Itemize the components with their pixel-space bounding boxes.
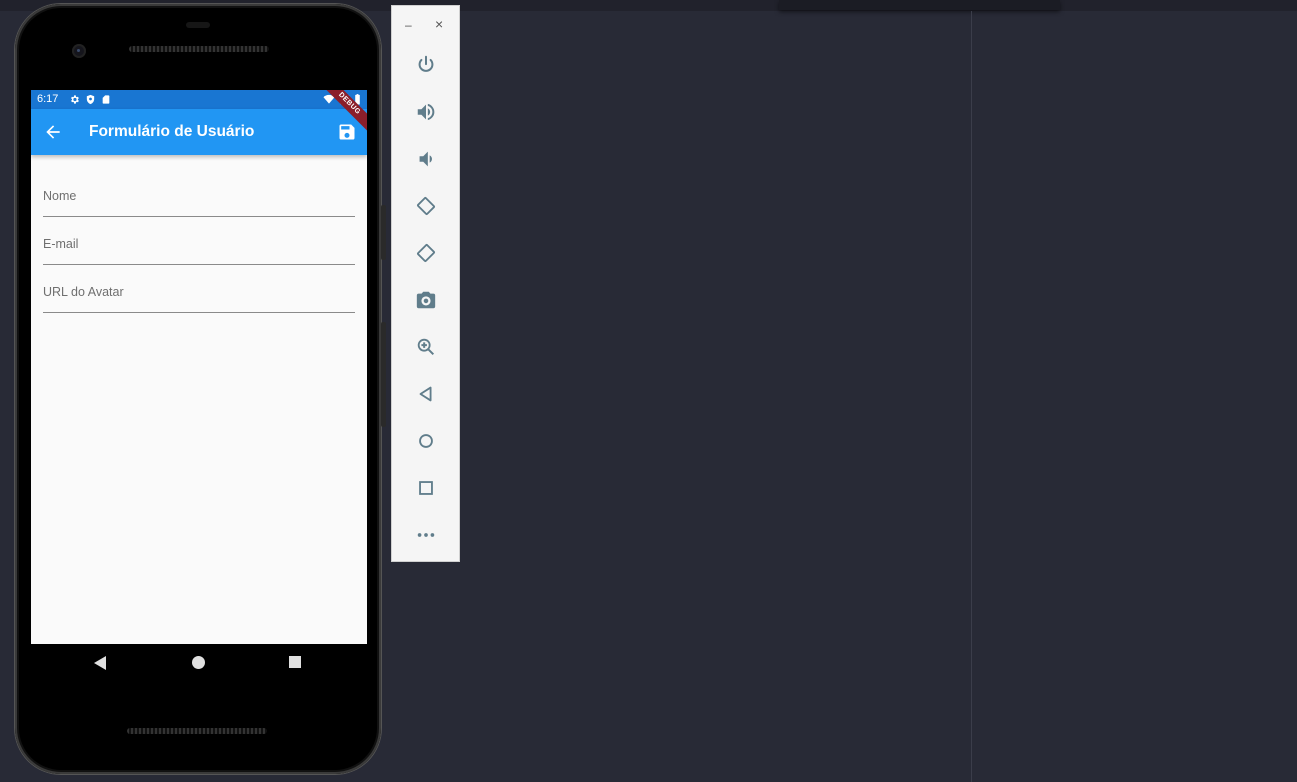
settings-icon bbox=[71, 95, 79, 104]
emulator-toolbar: – × bbox=[391, 5, 460, 562]
zoom-in-icon bbox=[417, 338, 435, 356]
email-field[interactable]: E-mail bbox=[43, 228, 359, 266]
rotate-left-icon bbox=[417, 197, 435, 215]
back-icon bbox=[419, 386, 432, 402]
phone-volume-keys bbox=[381, 322, 386, 427]
page-title: Formulário de Usuário bbox=[89, 123, 255, 140]
volume-down-button[interactable] bbox=[414, 147, 438, 171]
top-speaker bbox=[129, 46, 269, 52]
rotate-right-button[interactable] bbox=[414, 241, 438, 265]
volume-up-button[interactable] bbox=[414, 100, 438, 124]
zoom-button[interactable] bbox=[414, 335, 438, 359]
phone-screen: 6:17 Formulário de Usuário DEBUG Nome E-… bbox=[31, 90, 367, 648]
volume-down-icon bbox=[419, 151, 432, 167]
minimize-button[interactable]: – bbox=[405, 18, 412, 32]
rotate-right-icon bbox=[417, 244, 435, 262]
shield-icon bbox=[86, 94, 95, 105]
nav-home-icon[interactable] bbox=[192, 656, 205, 669]
rotate-left-button[interactable] bbox=[414, 194, 438, 218]
ide-search-popup[interactable] bbox=[779, 0, 1060, 10]
power-icon bbox=[418, 55, 434, 72]
status-bar: 6:17 bbox=[31, 90, 367, 109]
home-button[interactable] bbox=[414, 429, 438, 453]
save-icon[interactable] bbox=[337, 122, 357, 142]
sd-card-icon bbox=[102, 95, 110, 104]
more-icon bbox=[417, 533, 435, 537]
bottom-speaker bbox=[127, 728, 267, 734]
ide-pane-divider[interactable] bbox=[971, 11, 972, 782]
android-nav-bar bbox=[31, 644, 367, 682]
name-input[interactable] bbox=[43, 180, 359, 218]
app-bar: Formulário de Usuário bbox=[31, 109, 367, 155]
back-arrow-icon[interactable] bbox=[43, 122, 63, 142]
power-button[interactable] bbox=[414, 53, 438, 77]
overview-icon bbox=[419, 481, 433, 495]
nav-back-icon[interactable] bbox=[94, 656, 106, 670]
back-button[interactable] bbox=[414, 382, 438, 406]
overview-button[interactable] bbox=[414, 476, 438, 500]
email-input[interactable] bbox=[43, 228, 359, 266]
nav-overview-icon[interactable] bbox=[289, 656, 301, 668]
phone-power-key bbox=[381, 205, 386, 260]
avatar-url-input[interactable] bbox=[43, 276, 359, 314]
camera-icon bbox=[416, 291, 436, 309]
close-button[interactable]: × bbox=[435, 16, 443, 32]
volume-up-icon bbox=[417, 103, 435, 121]
name-field[interactable]: Nome bbox=[43, 180, 359, 218]
screenshot-button[interactable] bbox=[414, 288, 438, 312]
phone-top-sensor bbox=[186, 22, 210, 28]
status-time: 6:17 bbox=[37, 93, 59, 105]
home-icon bbox=[419, 434, 433, 448]
more-button[interactable] bbox=[414, 523, 438, 547]
front-camera bbox=[72, 44, 86, 58]
avatar-url-field[interactable]: URL do Avatar bbox=[43, 276, 359, 314]
